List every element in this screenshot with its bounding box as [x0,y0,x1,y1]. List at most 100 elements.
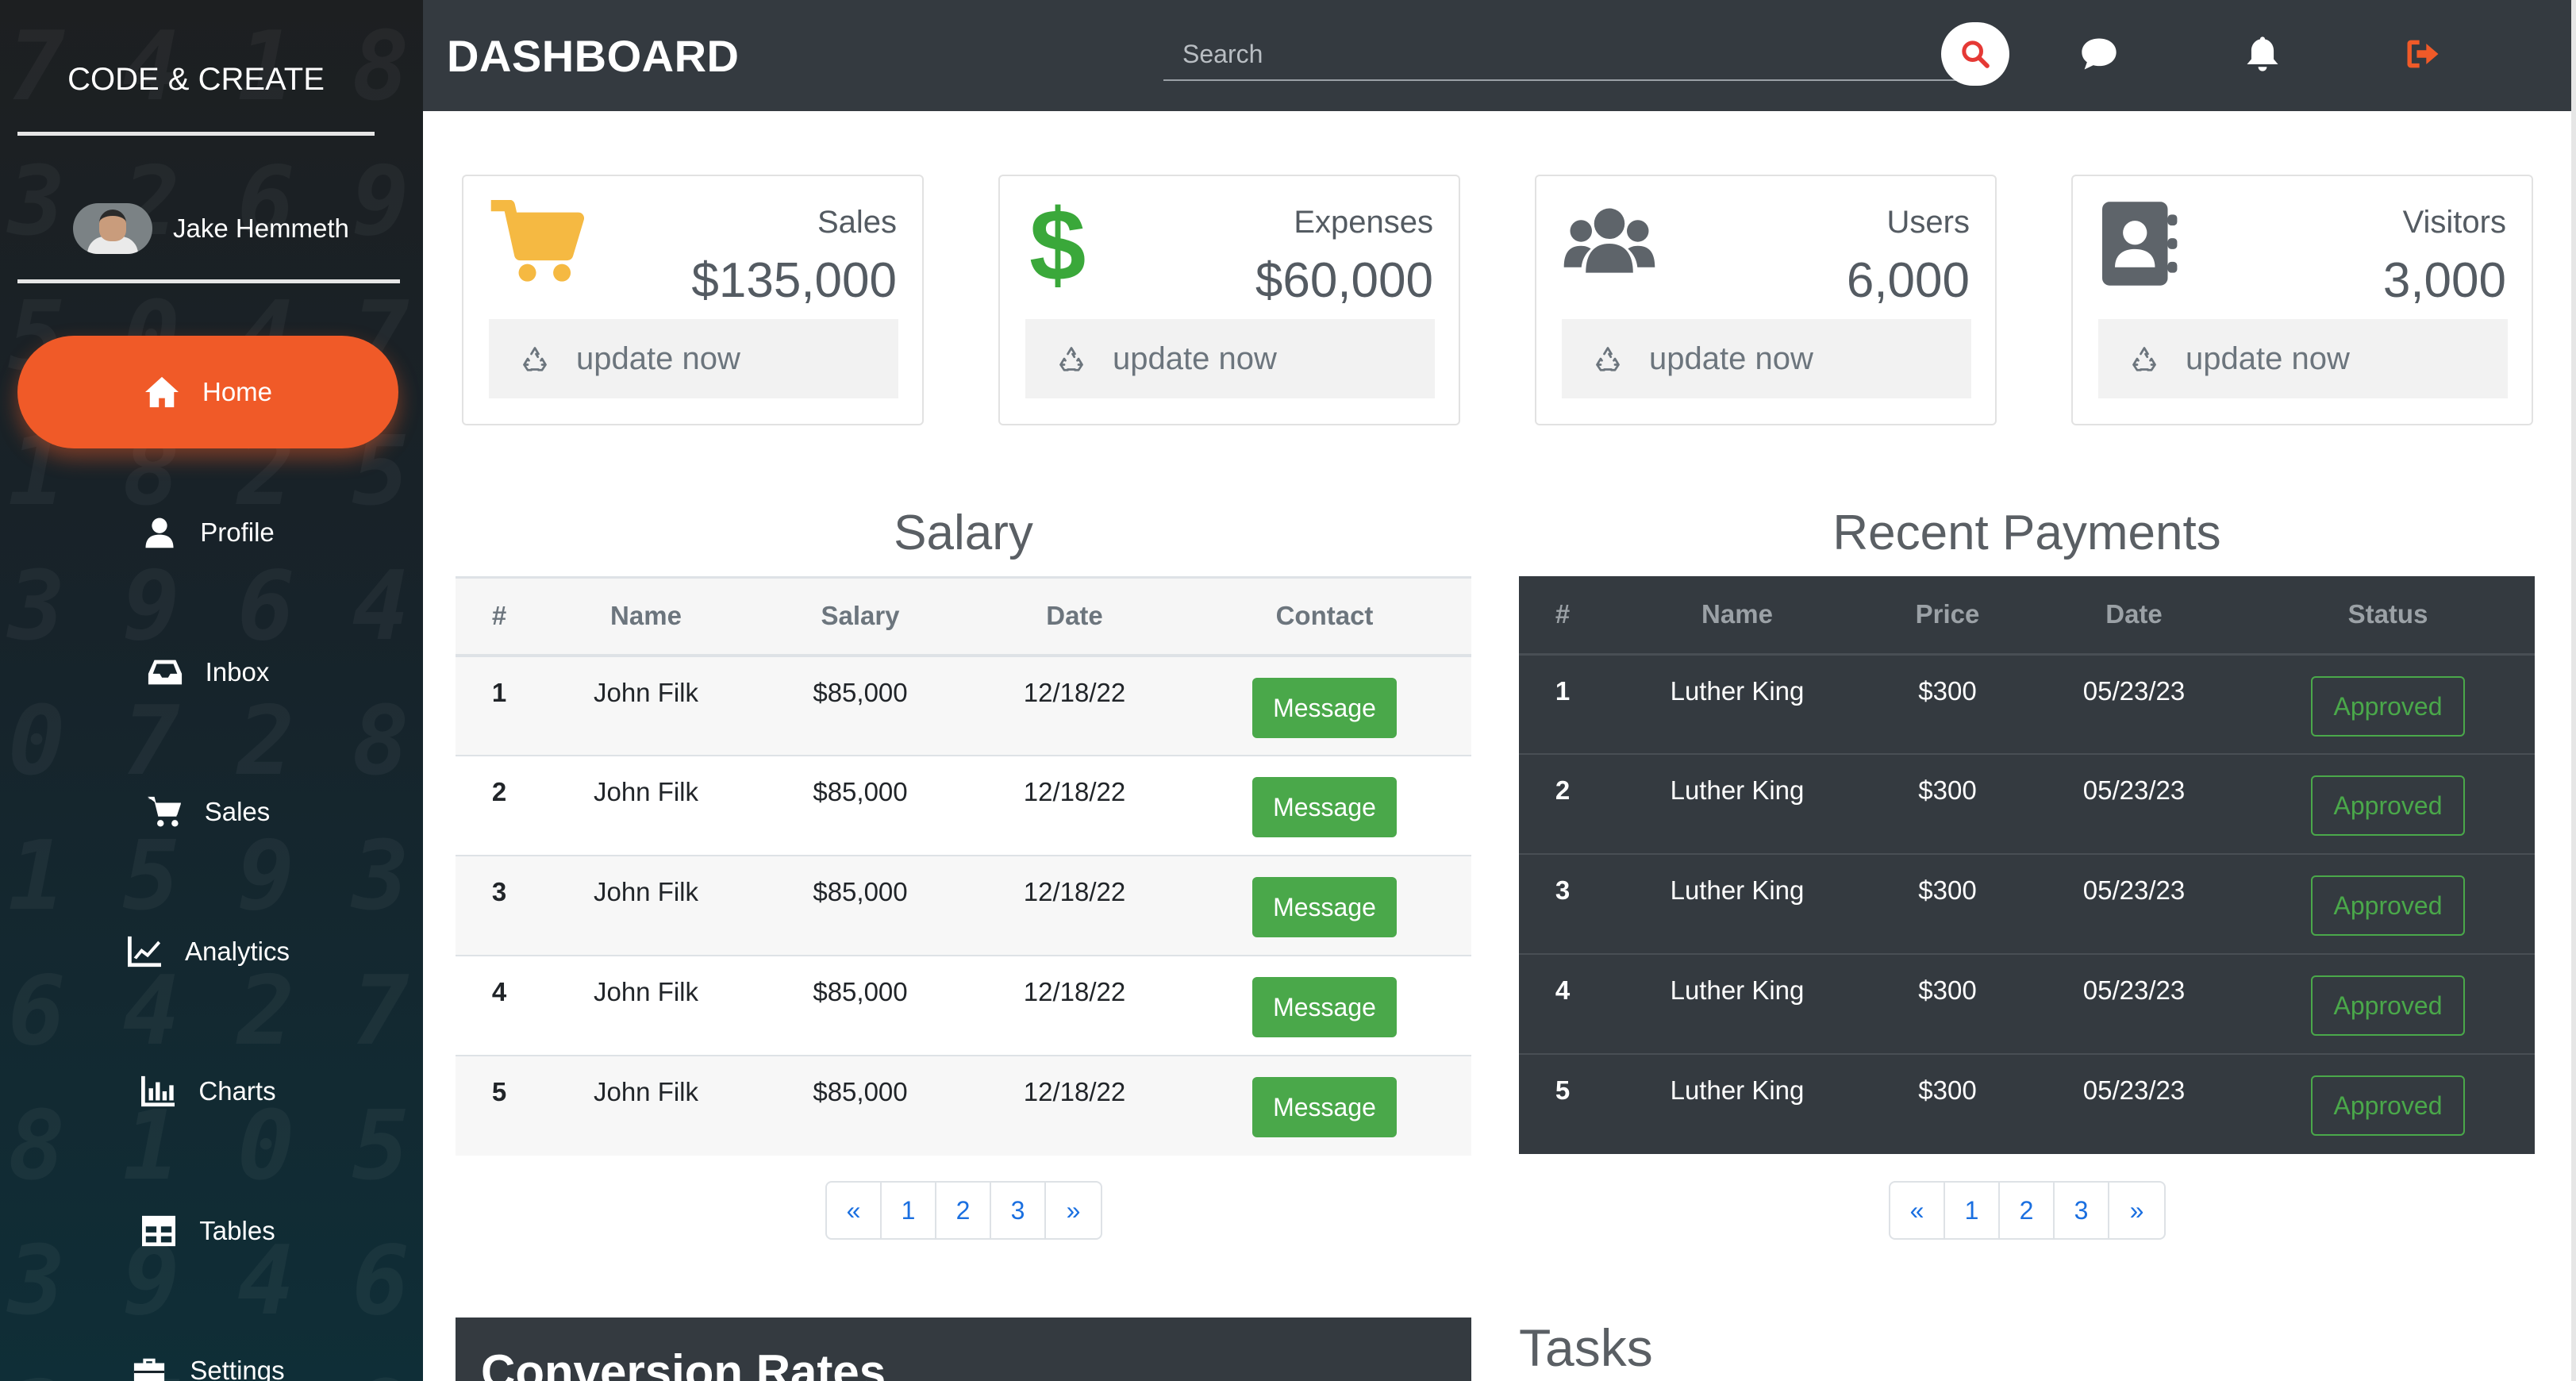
recycle-icon [1059,347,1083,371]
pagination-previous[interactable]: « [827,1183,882,1238]
row-number: 2 [491,776,507,806]
message-button[interactable]: Message [1252,776,1397,837]
sidebar-item-label: Home [202,377,273,406]
payment-price: $300 [1918,1075,1977,1105]
salary-amount: $85,000 [813,976,908,1006]
toolbox-icon [134,1358,165,1381]
table-row: 1 John Filk $85,000 12/18/22 Message [456,655,1471,756]
message-button[interactable]: Message [1252,976,1397,1037]
chat-icon [2082,38,2117,70]
update-label: update now [576,340,740,376]
pagination-page-3[interactable]: 3 [991,1183,1046,1238]
salary-title: Salary [894,506,1033,560]
line-chart-icon [127,936,161,967]
pagination-page-2[interactable]: 2 [2000,1183,2055,1238]
payment-date: 05/23/23 [2082,975,2186,1005]
payment-price: $300 [1918,675,1977,706]
table-header-row: # Name Salary Date Contact [456,577,1471,656]
stat-card-expenses: $ Expenses $60,000 update now [998,175,1460,425]
table-row: 3 John Filk $85,000 12/18/22 Message [456,855,1471,956]
payment-price: $300 [1918,875,1977,905]
sidebar-item-tables[interactable]: Tables [17,1175,398,1287]
sidebar-item-label: Sales [204,797,271,826]
chat-button[interactable] [2078,33,2120,75]
sidebar-divider [17,279,400,283]
table-row: 4 Luther King $300 05/23/23 Approved [1519,954,2535,1054]
column-header: Name [1701,599,1773,629]
card-label: Sales [817,205,897,240]
payments-table: # Name Price Date Status 1 Luther King $… [1519,576,2535,1154]
search-button[interactable] [1941,22,2009,86]
notifications-button[interactable] [2242,33,2283,75]
update-label: update now [1113,340,1277,376]
employee-name: John Filk [593,976,699,1006]
sidebar-item-charts[interactable]: Charts [17,1035,398,1148]
employee-name: John Filk [593,1076,699,1106]
pagination-previous[interactable]: « [1890,1183,1945,1238]
recycle-icon [523,347,547,371]
salary-date: 12/18/22 [1023,776,1126,806]
pagination-next[interactable]: » [1046,1183,1101,1238]
message-button[interactable]: Message [1252,1076,1397,1137]
sidebar-divider [17,132,375,136]
payment-date: 05/23/23 [2082,675,2186,706]
status-badge[interactable]: Approved [2311,875,2465,936]
status-badge[interactable]: Approved [2311,975,2465,1036]
payment-date: 05/23/23 [2082,875,2186,905]
update-now-button[interactable]: update now [489,319,898,398]
message-button[interactable]: Message [1252,677,1397,738]
employee-name: John Filk [593,677,699,707]
status-badge[interactable]: Approved [2311,775,2465,836]
bar-chart-icon [141,1075,175,1107]
table-row: 2 Luther King $300 05/23/23 Approved [1519,754,2535,854]
sidebar-item-inbox[interactable]: Inbox [17,616,398,729]
sidebar-item-sales[interactable]: Sales [17,756,398,868]
table-row: 1 Luther King $300 05/23/23 Approved [1519,654,2535,754]
payer-name: Luther King [1670,1075,1805,1105]
salary-amount: $85,000 [813,776,908,806]
brand-name: CODE & CREATE [67,62,325,97]
logout-button[interactable] [2402,33,2443,75]
dollar-icon: $ [1029,200,1086,287]
column-header: Price [1915,599,1980,629]
sidebar-item-label: Inbox [205,657,270,687]
payer-name: Luther King [1670,775,1805,805]
scrollbar[interactable] [2571,0,2576,1381]
card-label: Visitors [2402,205,2506,240]
sidebar-item-settings[interactable]: Settings [17,1314,398,1381]
search-input[interactable] [1163,29,1957,79]
tasks-title: Tasks [1519,1318,1653,1377]
sidebar-item-label: Settings [190,1356,285,1381]
sidebar-item-home[interactable]: Home [17,336,398,448]
table-row: 3 Luther King $300 05/23/23 Approved [1519,854,2535,954]
update-now-button[interactable]: update now [1562,319,1971,398]
salary-date: 12/18/22 [1023,1076,1126,1106]
logout-icon [2407,40,2439,68]
sidebar-item-label: Analytics [184,937,290,966]
update-now-button[interactable]: update now [2098,319,2508,398]
message-button[interactable]: Message [1252,876,1397,937]
payments-pagination: « 1 2 3 » [1889,1181,2166,1240]
stat-card-users: Users 6,000 update now [1535,175,1997,425]
payer-name: Luther King [1670,875,1805,905]
sidebar-item-analytics[interactable]: Analytics [17,895,398,1008]
avatar [73,203,152,254]
payments-title: Recent Payments [1832,506,2221,560]
pagination-page-1[interactable]: 1 [1945,1183,2000,1238]
status-badge[interactable]: Approved [2311,675,2465,737]
update-now-button[interactable]: update now [1025,319,1435,398]
sidebar-item-profile[interactable]: Profile [17,476,398,589]
salary-date: 12/18/22 [1023,876,1126,906]
pagination-page-2[interactable]: 2 [936,1183,991,1238]
pagination-next[interactable]: » [2109,1183,2164,1238]
card-label: Expenses [1294,205,1433,240]
pagination-page-3[interactable]: 3 [2055,1183,2109,1238]
pagination-page-1[interactable]: 1 [882,1183,936,1238]
status-badge[interactable]: Approved [2311,1075,2465,1136]
payer-name: Luther King [1670,675,1805,706]
user-icon [145,517,174,548]
salary-amount: $85,000 [813,876,908,906]
row-number: 4 [1555,975,1571,1005]
table-row: 5 John Filk $85,000 12/18/22 Message [456,1055,1471,1156]
user-profile[interactable]: Jake Hemmeth [73,202,349,256]
